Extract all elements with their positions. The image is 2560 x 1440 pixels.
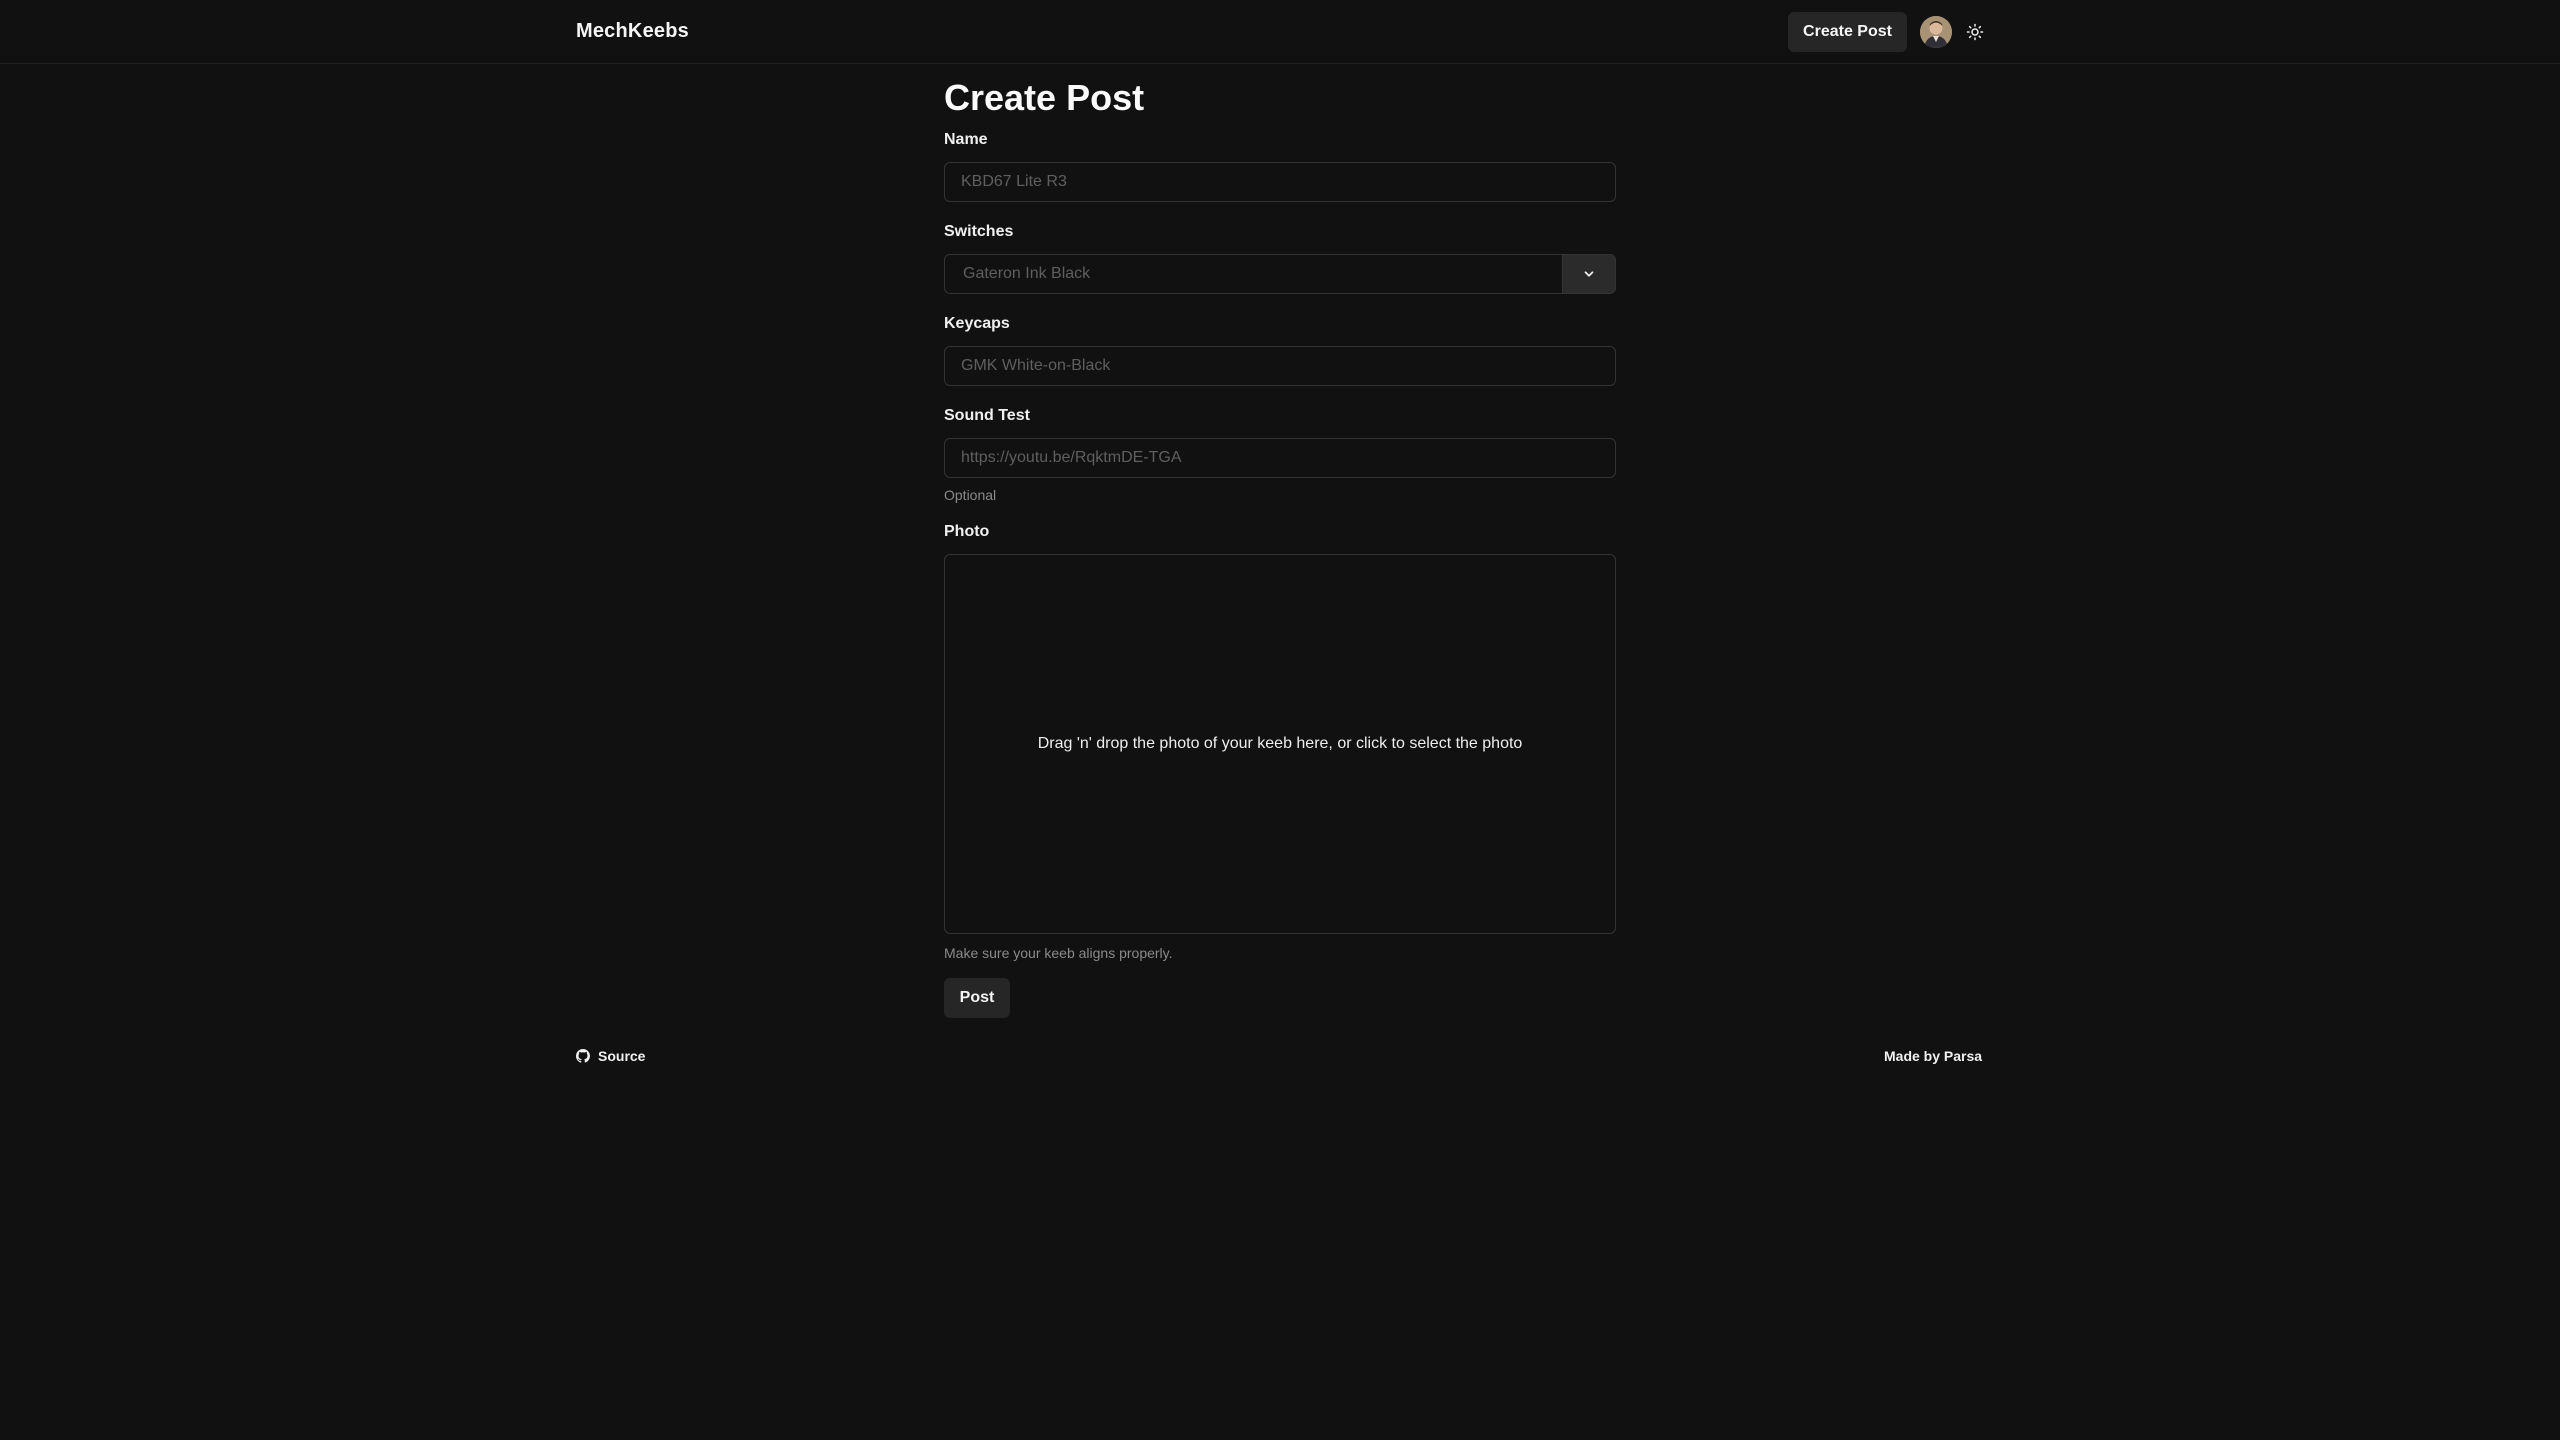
github-icon bbox=[576, 1049, 590, 1063]
navbar-actions: Create Post bbox=[1788, 12, 1986, 52]
theme-toggle-button[interactable] bbox=[1964, 21, 1986, 43]
switches-label: Switches bbox=[944, 223, 1014, 240]
chevron-down-icon bbox=[1584, 271, 1594, 277]
sound-test-helper: Optional bbox=[944, 487, 997, 503]
photo-dropzone[interactable]: Drag 'n' drop the photo of your keeb her… bbox=[944, 554, 1616, 934]
page-title: Create Post bbox=[944, 77, 1145, 118]
post-button[interactable]: Post bbox=[944, 978, 1010, 1018]
keycaps-label: Keycaps bbox=[944, 315, 1010, 332]
avatar-image bbox=[1920, 16, 1952, 48]
create-post-button[interactable]: Create Post bbox=[1788, 12, 1907, 52]
brand-logo[interactable]: MechKeebs bbox=[576, 20, 689, 43]
user-avatar[interactable] bbox=[1920, 16, 1952, 48]
credit-text: Made by Parsa bbox=[1884, 1048, 1983, 1064]
switches-dropdown-button[interactable] bbox=[1562, 254, 1616, 294]
switches-select[interactable]: Gateron Ink Black bbox=[944, 254, 1616, 294]
source-link-label: Source bbox=[598, 1048, 646, 1064]
source-link[interactable]: Source bbox=[576, 1048, 645, 1064]
top-navbar: MechKeebs Create Post bbox=[0, 0, 2560, 64]
photo-helper: Make sure your keeb aligns properly. bbox=[944, 945, 1173, 961]
name-input[interactable] bbox=[944, 162, 1616, 202]
name-label: Name bbox=[944, 131, 988, 148]
create-post-form: Create Post Name Switches Gateron Ink Bl… bbox=[944, 76, 1616, 1018]
switches-select-value[interactable]: Gateron Ink Black bbox=[944, 254, 1562, 294]
keycaps-input[interactable] bbox=[944, 346, 1616, 386]
photo-label: Photo bbox=[944, 523, 990, 540]
sun-icon bbox=[1966, 23, 1984, 41]
dropzone-instructions: Drag 'n' drop the photo of your keeb her… bbox=[1037, 735, 1523, 752]
sound-test-label: Sound Test bbox=[944, 407, 1030, 424]
sound-test-input[interactable] bbox=[944, 438, 1616, 478]
